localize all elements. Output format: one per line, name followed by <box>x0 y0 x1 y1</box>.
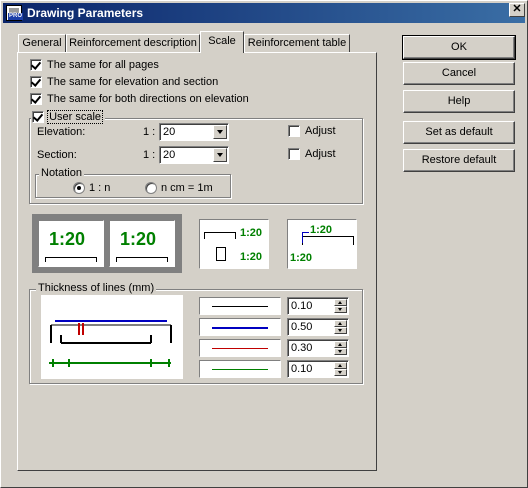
thickness-black-spinner[interactable]: 0.10 <box>287 297 349 315</box>
preview-stacked-beam <box>204 232 236 239</box>
cancel-button[interactable]: Cancel <box>403 62 515 85</box>
thickness-blue-spinner[interactable]: 0.50 <box>287 318 349 336</box>
line-sample-black-stroke <box>212 306 268 307</box>
preview-inline-tile[interactable]: 1:20 1:20 <box>287 219 357 269</box>
app-icon: PRO <box>6 5 24 21</box>
thickness-legend: Thickness of lines (mm) <box>36 282 157 294</box>
section-scale-select[interactable]: 20 <box>159 146 229 164</box>
line-sample-red[interactable] <box>199 339 281 357</box>
elevation-scale-select[interactable]: 20 <box>159 123 229 141</box>
spinner-down-icon[interactable] <box>334 306 347 313</box>
user-scale-legend: User scale <box>31 110 106 124</box>
thickness-red-spinner[interactable]: 0.30 <box>287 339 349 357</box>
spinner-down-icon[interactable] <box>334 348 347 355</box>
notation-1n-radio[interactable] <box>73 182 85 194</box>
tab-general[interactable]: General <box>18 34 66 52</box>
tab-scale-label: Scale <box>208 35 236 47</box>
line-sample-blue-stroke <box>212 327 268 329</box>
preview-inline-marker <box>302 232 309 243</box>
elevation-label: Elevation: <box>37 126 86 138</box>
preview-section-tile: 1:20 <box>109 220 175 267</box>
preview-scale-a: 1:20 <box>49 229 86 249</box>
spinner-up-icon[interactable] <box>334 341 347 348</box>
line-sample-green[interactable] <box>199 360 281 378</box>
preview-inline-scale-b: 1:20 <box>290 252 313 264</box>
preview-inline-beam <box>302 236 354 245</box>
preview-stacked-scale-a: 1:20 <box>240 227 263 239</box>
preview-stacked-scale-b: 1:20 <box>240 251 263 263</box>
section-adjust-checkbox[interactable] <box>288 148 300 160</box>
preview-stacked-section <box>216 247 226 261</box>
elevation-scale-value: 20 <box>163 126 176 138</box>
app-icon-badge: PRO <box>8 13 24 20</box>
ok-button[interactable]: OK <box>402 35 516 60</box>
thickness-green-spinner[interactable]: 0.10 <box>287 360 349 378</box>
tab-reinforcement-description[interactable]: Reinforcement description <box>66 34 200 52</box>
tab-reinforcement-description-label: Reinforcement description <box>69 37 197 49</box>
line-sample-blue[interactable] <box>199 318 281 336</box>
tab-general-label: General <box>22 37 62 49</box>
tab-reinforcement-table[interactable]: Reinforcement table <box>244 34 350 52</box>
preview-elevation-tile: 1:20 <box>38 220 104 267</box>
user-scale-label: User scale <box>47 110 104 124</box>
line-sample-red-stroke <box>212 348 268 349</box>
notation-ncm-radio[interactable] <box>145 182 157 194</box>
thickness-preview-drawing <box>49 320 172 367</box>
elevation-scale-prefix: 1 : <box>143 126 156 138</box>
same-elevation-section-checkbox[interactable] <box>30 76 42 88</box>
section-adjust-label: Adjust <box>305 148 336 160</box>
user-scale-checkbox[interactable] <box>32 111 44 124</box>
same-elevation-section-label: The same for elevation and section <box>47 76 219 88</box>
chevron-down-icon[interactable] <box>213 148 227 162</box>
preview-inline-scale-a: 1:20 <box>310 224 333 236</box>
chevron-down-icon[interactable] <box>213 125 227 139</box>
notation-1n-label: 1 : n <box>89 182 111 194</box>
thickness-green-value: 0.10 <box>291 363 313 375</box>
notation-ncm-label: n cm = 1m <box>161 182 213 194</box>
thickness-black-value: 0.10 <box>291 300 313 312</box>
spinner-up-icon[interactable] <box>334 299 347 306</box>
section-label: Section: <box>37 149 77 161</box>
tab-scale[interactable]: Scale <box>200 31 244 53</box>
close-icon: ✕ <box>512 3 522 15</box>
same-both-directions-label: The same for both directions on elevatio… <box>47 93 249 105</box>
preview-beam-b <box>116 257 168 262</box>
thickness-blue-value: 0.50 <box>291 321 313 333</box>
tab-reinforcement-table-label: Reinforcement table <box>247 37 347 49</box>
same-both-directions-checkbox[interactable] <box>30 93 42 105</box>
preview-two-views-frame[interactable]: 1:20 1:20 <box>32 214 182 273</box>
preview-scale-b: 1:20 <box>120 229 157 249</box>
notation-legend: Notation <box>39 167 84 179</box>
elevation-adjust-label: Adjust <box>305 125 336 137</box>
thickness-preview <box>41 295 183 379</box>
close-button[interactable]: ✕ <box>509 3 525 17</box>
restore-default-button[interactable]: Restore default <box>403 149 515 172</box>
same-all-pages-checkbox[interactable] <box>30 59 42 71</box>
section-scale-prefix: 1 : <box>143 149 156 161</box>
section-scale-value: 20 <box>163 149 176 161</box>
window-title: Drawing Parameters <box>27 6 144 20</box>
spinner-up-icon[interactable] <box>334 320 347 327</box>
spinner-up-icon[interactable] <box>334 362 347 369</box>
thickness-red-value: 0.30 <box>291 342 313 354</box>
preview-beam-a <box>45 257 97 262</box>
elevation-adjust-checkbox[interactable] <box>288 125 300 137</box>
preview-stacked-tile[interactable]: 1:20 1:20 <box>199 219 269 269</box>
title-bar[interactable]: PRO Drawing Parameters <box>3 3 525 23</box>
dialog-window: PRO Drawing Parameters ✕ General Reinfor… <box>0 0 528 488</box>
spinner-down-icon[interactable] <box>334 327 347 334</box>
spinner-down-icon[interactable] <box>334 369 347 376</box>
help-button[interactable]: Help <box>403 90 515 113</box>
set-default-button[interactable]: Set as default <box>403 121 515 144</box>
line-sample-green-stroke <box>212 369 268 370</box>
same-all-pages-label: The same for all pages <box>47 59 159 71</box>
line-sample-black[interactable] <box>199 297 281 315</box>
